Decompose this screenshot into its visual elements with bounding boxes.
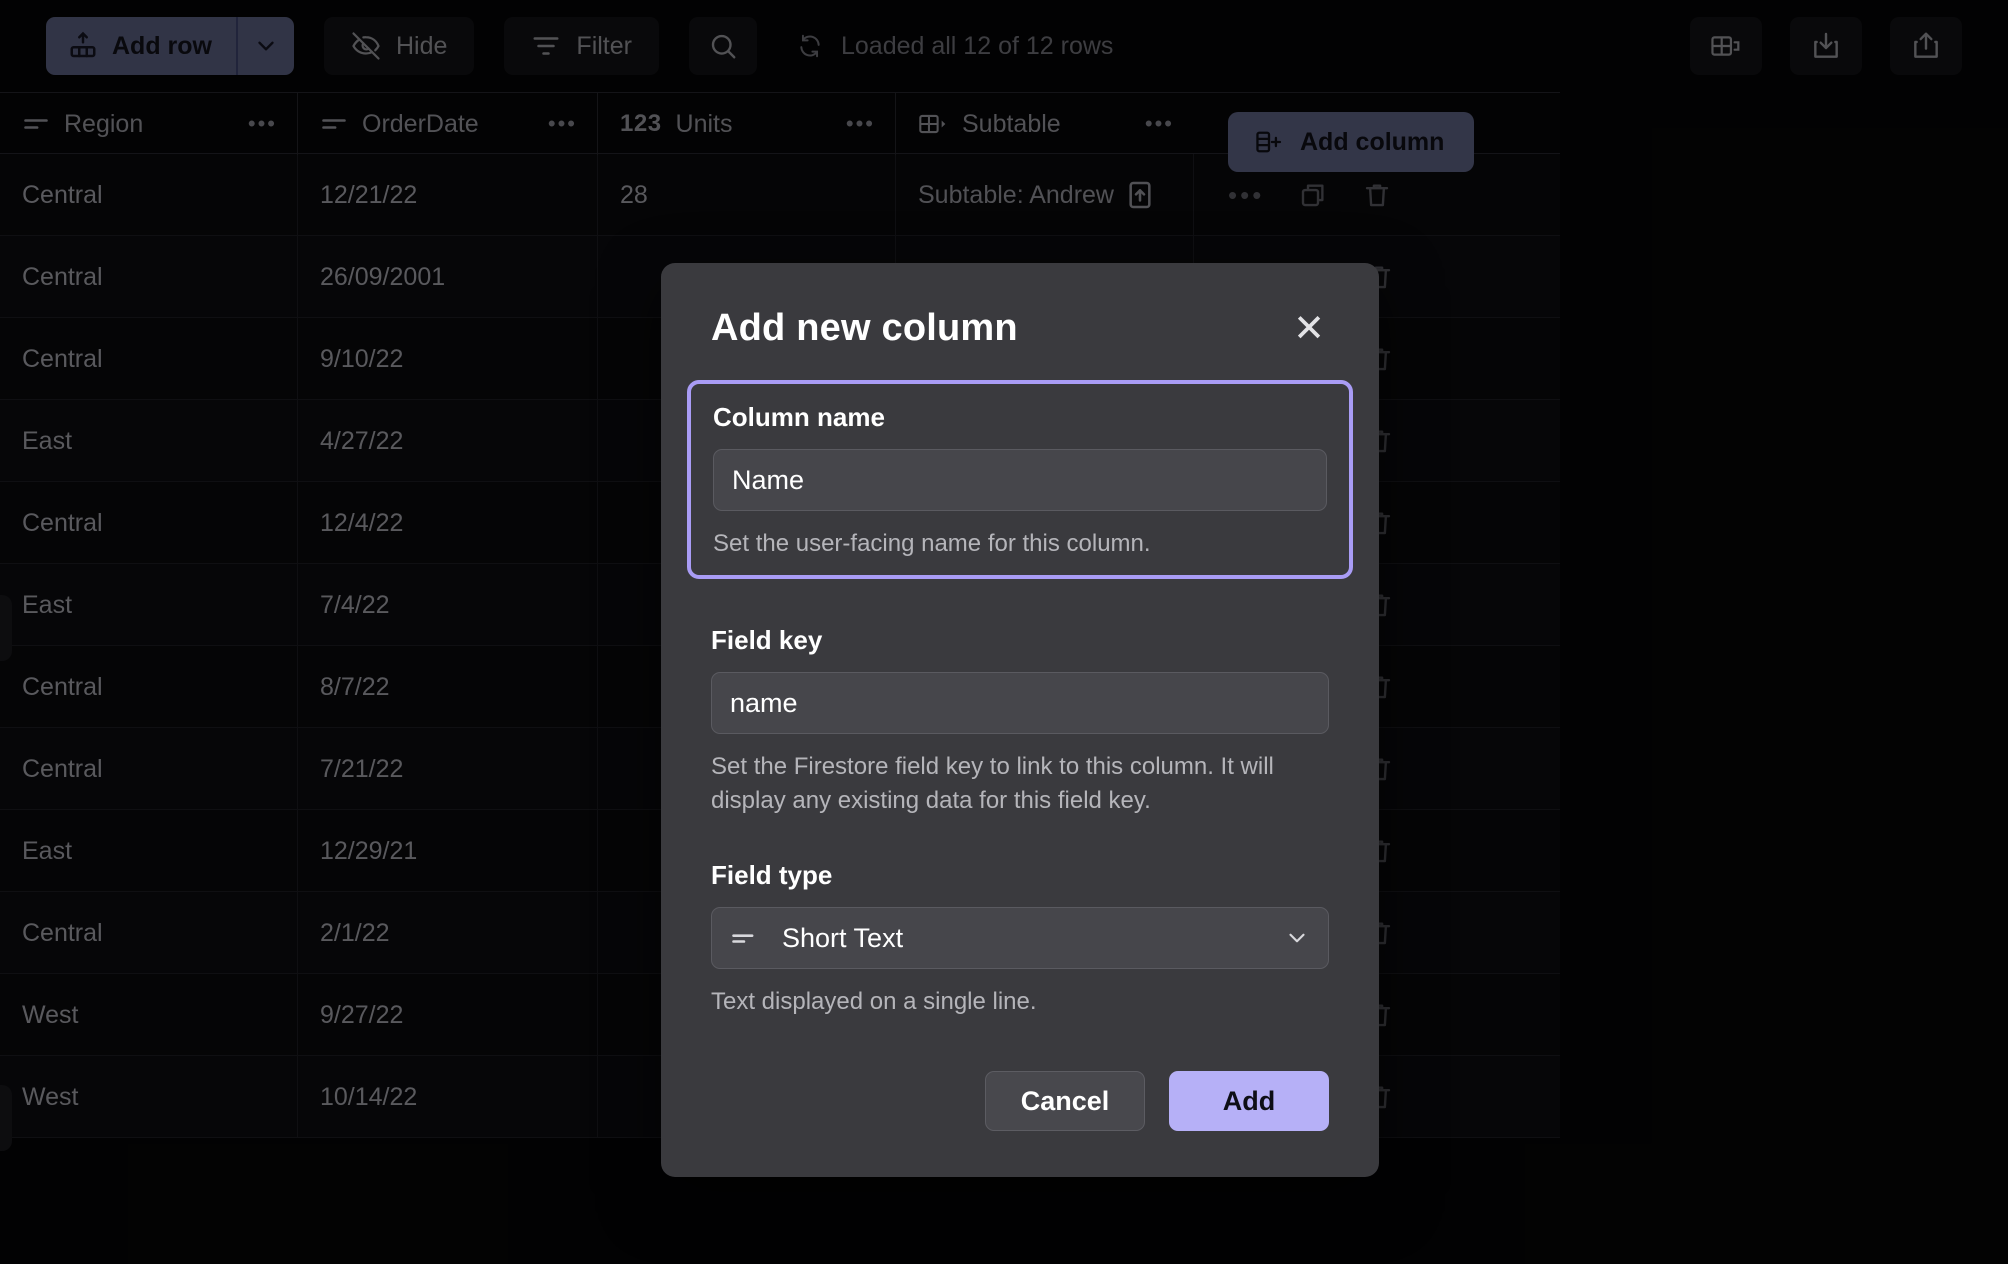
column-name-input[interactable]	[713, 449, 1327, 511]
chevron-down-icon	[1284, 925, 1310, 951]
dialog-title: Add new column	[711, 307, 1018, 350]
field-key-label: Field key	[711, 625, 1329, 656]
app-root: Add row Hide	[0, 0, 2008, 1264]
field-type-field-group: Field type Short Text Text displayed on …	[711, 860, 1329, 1025]
cancel-button[interactable]: Cancel	[985, 1071, 1145, 1131]
field-key-help: Set the Firestore field key to link to t…	[711, 750, 1329, 818]
field-type-value: Short Text	[782, 923, 903, 954]
field-type-label: Field type	[711, 860, 1329, 891]
field-key-field-group: Field key Set the Firestore field key to…	[711, 625, 1329, 824]
add-new-column-dialog: Add new column ✕ Column name Set the use…	[661, 263, 1379, 1177]
field-type-help: Text displayed on a single line.	[711, 985, 1329, 1019]
dialog-actions: Cancel Add	[711, 1025, 1329, 1177]
column-name-field-group: Column name Set the user-facing name for…	[687, 380, 1353, 579]
field-key-input[interactable]	[711, 672, 1329, 734]
short-text-icon	[730, 924, 758, 952]
column-name-help: Set the user-facing name for this column…	[713, 527, 1327, 561]
spacer	[711, 824, 1329, 860]
add-button[interactable]: Add	[1169, 1071, 1329, 1131]
close-icon[interactable]: ✕	[1289, 310, 1329, 348]
column-name-label: Column name	[713, 402, 1327, 433]
field-type-select[interactable]: Short Text	[711, 907, 1329, 969]
spacer	[711, 589, 1329, 625]
dialog-header: Add new column ✕	[711, 263, 1329, 380]
